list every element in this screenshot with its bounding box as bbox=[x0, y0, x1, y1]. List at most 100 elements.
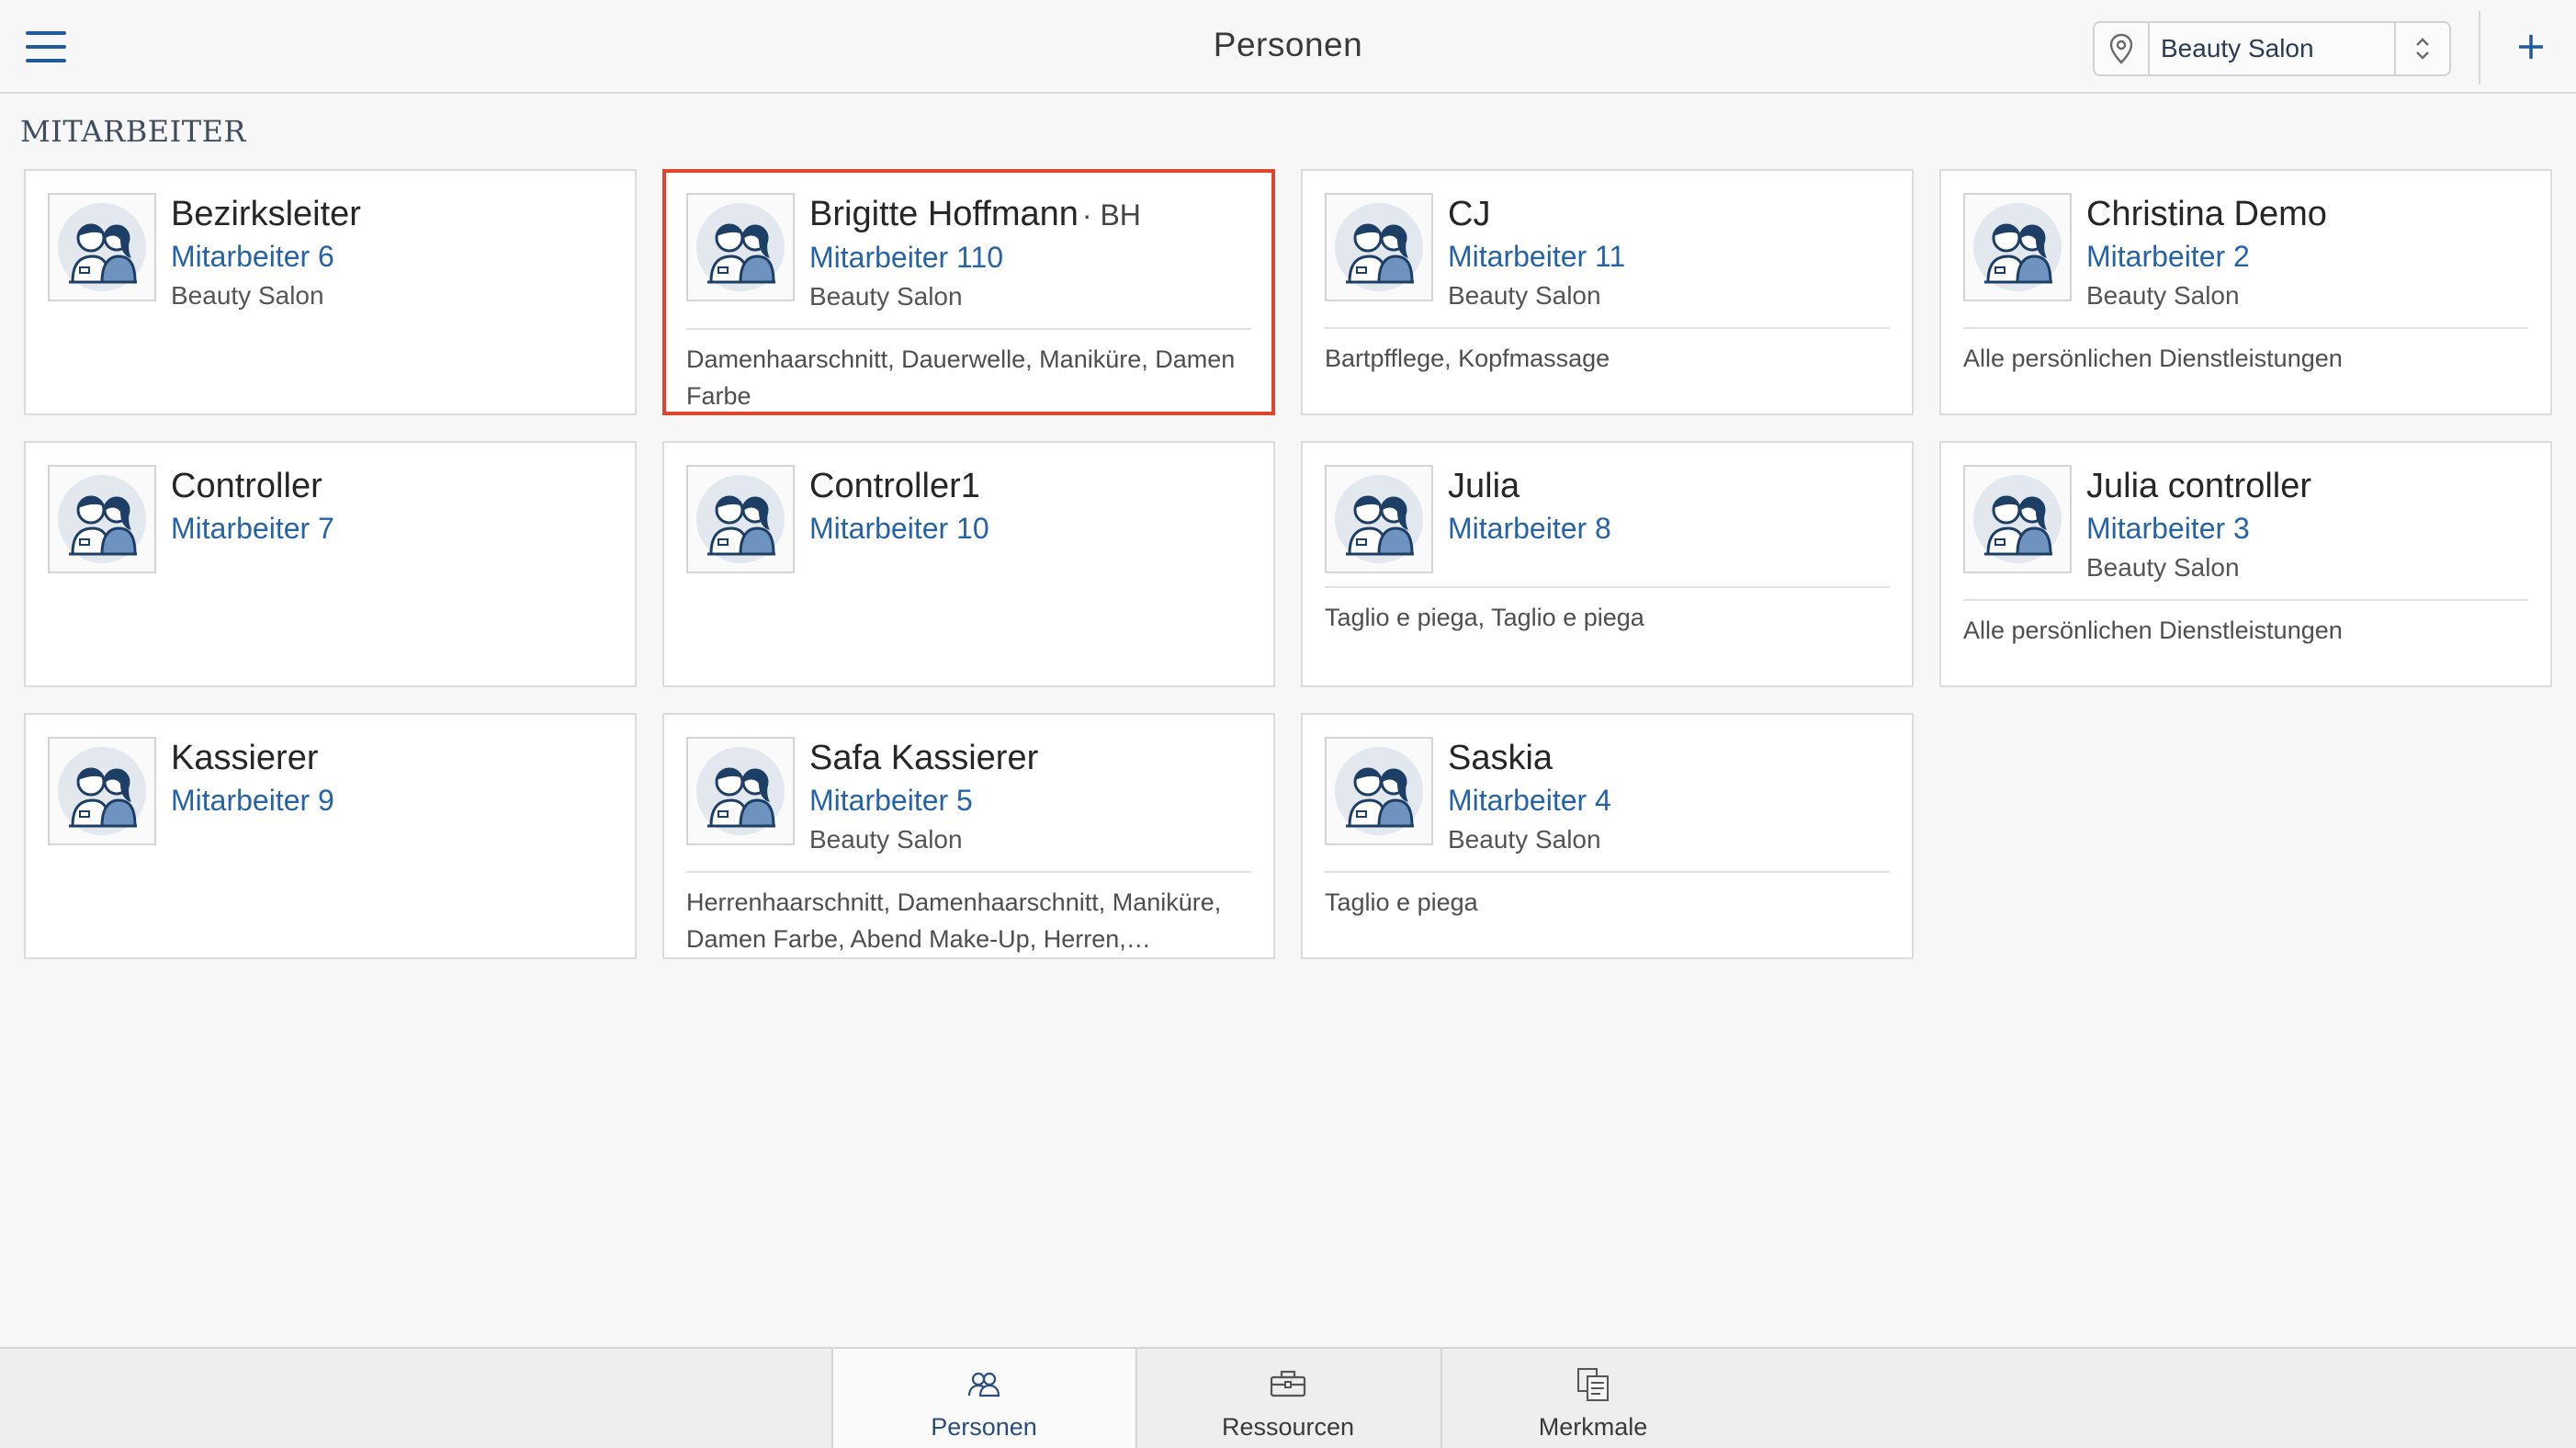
employee-location: Beauty Salon bbox=[1448, 281, 1601, 310]
employee-location: Beauty Salon bbox=[2086, 553, 2240, 582]
employee-name-text: Saskia bbox=[1448, 739, 1554, 777]
employee-location: Beauty Salon bbox=[1448, 825, 1601, 854]
header-divider bbox=[2479, 11, 2480, 85]
card-info: Christina Demo Mitarbeiter 2 Beauty Salon bbox=[2086, 193, 2327, 314]
employee-name-text: Kassierer bbox=[171, 739, 319, 777]
card-info: Controller Mitarbeiter 7 bbox=[171, 465, 334, 549]
card-info: Safa Kassierer Mitarbeiter 5 Beauty Salon bbox=[809, 737, 1038, 858]
employee-name: Saskia bbox=[1448, 737, 1611, 779]
employee-role: Mitarbeiter 10 bbox=[809, 512, 989, 545]
employee-services: Herrenhaarschnitt, Damenhaarschnitt, Man… bbox=[686, 871, 1251, 957]
location-pin-icon bbox=[2095, 23, 2150, 74]
employee-name: Bezirksleiter bbox=[171, 193, 361, 235]
employee-card[interactable]: Brigitte Hoffmann · BH Mitarbeiter 110 Bea… bbox=[662, 169, 1275, 415]
employee-name: Christina Demo bbox=[2086, 193, 2327, 235]
employee-grid: Bezirksleiter Mitarbeiter 6 Beauty Salon … bbox=[24, 169, 2552, 959]
card-info: Saskia Mitarbeiter 4 Beauty Salon bbox=[1448, 737, 1611, 858]
avatar-icon bbox=[48, 737, 156, 845]
top-bar: Personen Beauty Salon bbox=[0, 0, 2576, 94]
employee-card[interactable]: Bezirksleiter Mitarbeiter 6 Beauty Salon bbox=[24, 169, 637, 415]
employee-card[interactable]: Controller Mitarbeiter 7 bbox=[24, 441, 637, 687]
avatar-icon bbox=[1325, 737, 1433, 845]
card-header: Controller1 Mitarbeiter 10 bbox=[686, 465, 1251, 573]
employee-name-text: Julia bbox=[1448, 467, 1520, 505]
avatar-icon bbox=[686, 193, 795, 301]
employee-name-text: Brigitte Hoffmann bbox=[809, 195, 1079, 233]
card-header: Brigitte Hoffmann · BH Mitarbeiter 110 Bea… bbox=[686, 193, 1251, 315]
employee-role: Mitarbeiter 7 bbox=[171, 512, 334, 545]
add-button[interactable] bbox=[2508, 22, 2554, 72]
location-select[interactable]: Beauty Salon bbox=[2093, 21, 2451, 76]
employee-initials: · BH bbox=[1081, 198, 1141, 232]
avatar-icon bbox=[1963, 193, 2072, 301]
bottom-tab-bar: Personen Ressourcen Merkmale bbox=[0, 1347, 2576, 1448]
employee-role: Mitarbeiter 6 bbox=[171, 240, 334, 273]
employee-card[interactable]: Saskia Mitarbeiter 4 Beauty Salon Taglio e… bbox=[1301, 713, 1914, 959]
tab-label: Merkmale bbox=[1538, 1413, 1648, 1441]
employee-role: Mitarbeiter 110 bbox=[809, 241, 1004, 274]
employee-card[interactable]: Julia controller Mitarbeiter 3 Beauty Sal… bbox=[1939, 441, 2552, 687]
employee-card[interactable]: Kassierer Mitarbeiter 9 bbox=[24, 713, 637, 959]
employee-name: Julia controller bbox=[2086, 465, 2311, 507]
employee-services: Damenhaarschnitt, Dauerwelle, Maniküre, … bbox=[686, 328, 1251, 412]
card-info: Bezirksleiter Mitarbeiter 6 Beauty Salon bbox=[171, 193, 361, 314]
avatar-icon bbox=[48, 465, 156, 573]
tab-ressourcen[interactable]: Ressourcen bbox=[1135, 1349, 1439, 1448]
employee-role: Mitarbeiter 4 bbox=[1448, 784, 1611, 817]
avatar-icon bbox=[1325, 465, 1433, 573]
card-header: Julia controller Mitarbeiter 3 Beauty Sal… bbox=[1963, 465, 2528, 586]
employee-role: Mitarbeiter 8 bbox=[1448, 512, 1611, 545]
features-icon bbox=[1575, 1365, 1611, 1402]
location-value: Beauty Salon bbox=[2161, 34, 2314, 62]
avatar-icon bbox=[1963, 465, 2072, 573]
employee-name: CJ bbox=[1448, 193, 1625, 235]
employee-location: Beauty Salon bbox=[809, 825, 963, 854]
employee-location: Beauty Salon bbox=[2086, 281, 2240, 310]
employee-name-text: Julia controller bbox=[2086, 467, 2311, 505]
employee-card[interactable]: CJ Mitarbeiter 11 Beauty Salon Bartpfflege… bbox=[1301, 169, 1914, 415]
avatar-icon bbox=[686, 737, 795, 845]
card-header: CJ Mitarbeiter 11 Beauty Salon bbox=[1325, 193, 1890, 314]
card-info: Julia Mitarbeiter 8 bbox=[1448, 465, 1611, 549]
card-header: Bezirksleiter Mitarbeiter 6 Beauty Salon bbox=[48, 193, 613, 314]
tab-personen[interactable]: Personen bbox=[831, 1349, 1135, 1448]
card-info: Brigitte Hoffmann · BH Mitarbeiter 110 Bea… bbox=[809, 193, 1141, 315]
tab-label: Ressourcen bbox=[1221, 1413, 1355, 1441]
card-info: Julia controller Mitarbeiter 3 Beauty Sal… bbox=[2086, 465, 2311, 586]
employee-services: Alle persönlichen Dienstleistungen bbox=[1963, 327, 2528, 377]
card-header: Julia Mitarbeiter 8 bbox=[1325, 465, 1890, 573]
employee-card[interactable]: Julia Mitarbeiter 8 Taglio e piega, Tagli… bbox=[1301, 441, 1914, 687]
employee-location: Beauty Salon bbox=[171, 281, 324, 310]
employee-name: Safa Kassierer bbox=[809, 737, 1038, 779]
employee-card[interactable]: Safa Kassierer Mitarbeiter 5 Beauty Salon… bbox=[662, 713, 1275, 959]
employee-card[interactable]: Christina Demo Mitarbeiter 2 Beauty Salon… bbox=[1939, 169, 2552, 415]
employee-card[interactable]: Controller1 Mitarbeiter 10 bbox=[662, 441, 1275, 687]
employee-name: Julia bbox=[1448, 465, 1611, 507]
employee-name-text: Bezirksleiter bbox=[171, 195, 361, 233]
section-title: MITARBEITER bbox=[20, 114, 247, 149]
employee-role: Mitarbeiter 11 bbox=[1448, 240, 1626, 273]
toolbox-icon bbox=[1269, 1365, 1307, 1402]
employee-role: Mitarbeiter 9 bbox=[171, 784, 334, 817]
employee-name-text: Controller1 bbox=[809, 467, 980, 505]
employee-name-text: CJ bbox=[1448, 195, 1491, 233]
card-header: Saskia Mitarbeiter 4 Beauty Salon bbox=[1325, 737, 1890, 858]
card-header: Safa Kassierer Mitarbeiter 5 Beauty Salon bbox=[686, 737, 1251, 858]
employee-name: Controller1 bbox=[809, 465, 989, 507]
employee-services: Taglio e piega bbox=[1325, 871, 1890, 921]
card-info: CJ Mitarbeiter 11 Beauty Salon bbox=[1448, 193, 1625, 314]
employee-name: Controller bbox=[171, 465, 334, 507]
plus-icon bbox=[2519, 35, 2543, 59]
employee-role: Mitarbeiter 5 bbox=[809, 784, 973, 817]
employee-name-text: Safa Kassierer bbox=[809, 739, 1039, 777]
employee-role: Mitarbeiter 2 bbox=[2086, 240, 2250, 273]
people-icon bbox=[966, 1365, 1002, 1402]
card-info: Kassierer Mitarbeiter 9 bbox=[171, 737, 334, 821]
employee-role: Mitarbeiter 3 bbox=[2086, 512, 2250, 545]
employee-services: Bartpfflege, Kopfmassage bbox=[1325, 327, 1890, 377]
employee-services: Alle persönlichen Dienstleistungen bbox=[1963, 599, 2528, 649]
card-header: Controller Mitarbeiter 7 bbox=[48, 465, 613, 573]
card-header: Kassierer Mitarbeiter 9 bbox=[48, 737, 613, 845]
tab-merkmale[interactable]: Merkmale bbox=[1441, 1349, 1744, 1448]
employee-services: Taglio e piega, Taglio e piega bbox=[1325, 586, 1890, 636]
